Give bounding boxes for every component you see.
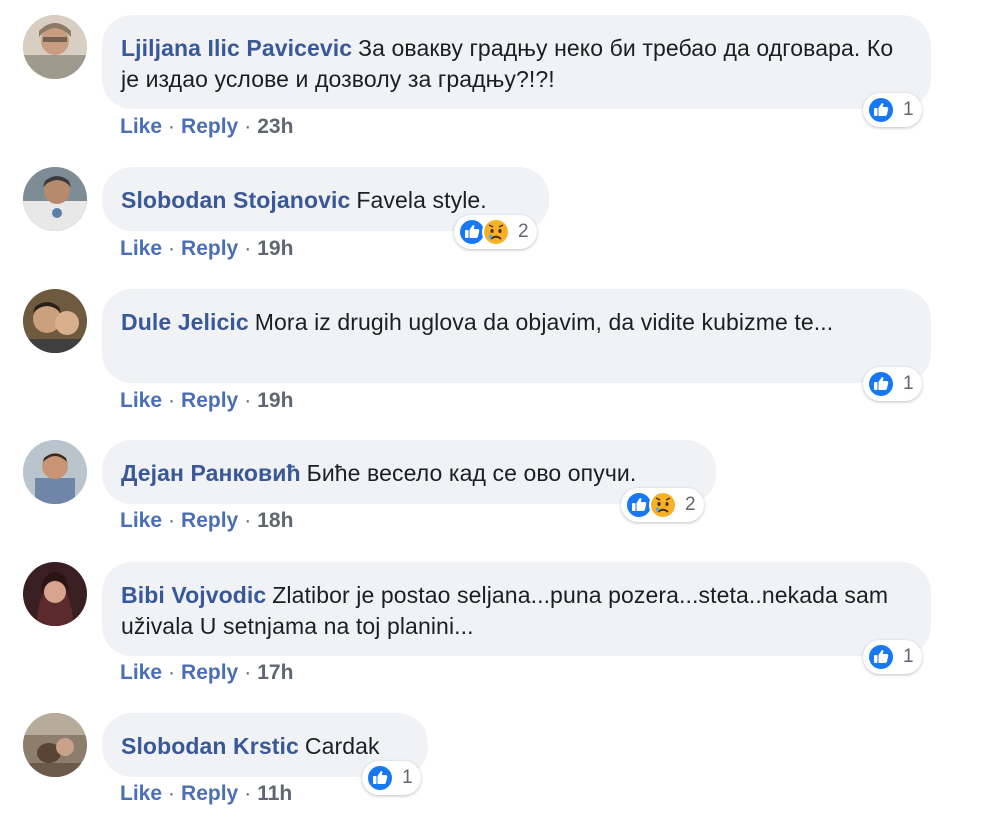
avatar[interactable]	[23, 713, 87, 777]
comment-actions: Like · Reply · 19h	[120, 389, 293, 413]
reply-link[interactable]: Reply	[181, 389, 238, 412]
avatar-photo-icon	[23, 15, 87, 79]
reaction-summary[interactable]: 1	[863, 93, 922, 127]
timestamp-link[interactable]: 18h	[257, 509, 293, 532]
reply-link[interactable]: Reply	[181, 237, 238, 260]
comment-actions: Like · Reply · 23h	[120, 115, 293, 139]
comment-author-link[interactable]: Дејан Ранковић	[121, 460, 301, 486]
comment-bubble: Ljiljana Ilic Pavicevic За овакву градњу …	[102, 15, 931, 109]
comment-author-link[interactable]: Bibi Vojvodic	[121, 582, 266, 608]
timestamp-link[interactable]: 17h	[257, 661, 293, 684]
comment-text: Cardak	[304, 733, 380, 759]
comment-actions: Like · Reply · 17h	[120, 661, 293, 685]
comment-text: Favela style.	[356, 187, 487, 213]
comment-actions: Like · Reply · 18h	[120, 509, 293, 533]
separator-dot: ·	[168, 389, 176, 412]
timestamp-link[interactable]: 23h	[257, 115, 293, 138]
separator-dot: ·	[244, 389, 252, 412]
like-icon	[867, 370, 895, 398]
avatar[interactable]	[23, 440, 87, 504]
comment-author-link[interactable]: Ljiljana Ilic Pavicevic	[121, 35, 352, 61]
timestamp-link[interactable]: 11h	[257, 782, 292, 805]
reply-link[interactable]: Reply	[181, 509, 238, 532]
reply-link[interactable]: Reply	[181, 661, 238, 684]
separator-dot: ·	[168, 661, 176, 684]
reply-link[interactable]: Reply	[181, 115, 238, 138]
separator-dot: ·	[244, 237, 252, 260]
like-link[interactable]: Like	[120, 782, 162, 805]
comment-author-link[interactable]: Dule Jelicic	[121, 309, 249, 335]
separator-dot: ·	[244, 661, 252, 684]
comment-author-link[interactable]: Slobodan Stojanovic	[121, 187, 350, 213]
comment-actions: Like · Reply · 19h	[120, 237, 293, 261]
like-icon	[867, 96, 895, 124]
separator-dot: ·	[168, 115, 176, 138]
avatar[interactable]	[23, 15, 87, 79]
separator-dot: ·	[168, 237, 176, 260]
avatar-photo-icon	[23, 289, 87, 353]
like-link[interactable]: Like	[120, 237, 162, 260]
comment-bubble: Bibi Vojvodic Zlatibor je postao seljana.…	[102, 562, 931, 656]
reaction-count: 1	[903, 373, 914, 394]
avatar-photo-icon	[23, 167, 87, 231]
comment-bubble: Dule Jelicic Mora iz drugih uglova da obj…	[102, 289, 931, 383]
avatar[interactable]	[23, 289, 87, 353]
timestamp-link[interactable]: 19h	[257, 389, 293, 412]
separator-dot: ·	[244, 115, 252, 138]
avatar[interactable]	[23, 562, 87, 626]
like-link[interactable]: Like	[120, 389, 162, 412]
sad-icon	[649, 491, 677, 519]
avatar[interactable]	[23, 167, 87, 231]
reaction-summary[interactable]: 2	[621, 488, 704, 522]
reaction-count: 1	[903, 99, 914, 120]
comment-text: Биће весело кад се ово опучи.	[306, 460, 637, 486]
avatar-photo-icon	[23, 562, 87, 626]
reaction-count: 1	[903, 646, 914, 667]
avatar-photo-icon	[23, 713, 87, 777]
comment-actions: Like · Reply · 11h	[120, 782, 292, 806]
like-link[interactable]: Like	[120, 509, 162, 532]
separator-dot: ·	[244, 782, 252, 805]
comment-text: Mora iz drugih uglova da objavim, da vid…	[254, 309, 834, 335]
reaction-summary[interactable]: 2	[454, 215, 537, 249]
comment-author-link[interactable]: Slobodan Krstic	[121, 733, 299, 759]
avatar-photo-icon	[23, 440, 87, 504]
reaction-summary[interactable]: 1	[362, 761, 421, 795]
like-icon	[867, 643, 895, 671]
reaction-summary[interactable]: 1	[863, 640, 922, 674]
like-icon	[366, 764, 394, 792]
separator-dot: ·	[168, 782, 176, 805]
like-link[interactable]: Like	[120, 661, 162, 684]
like-link[interactable]: Like	[120, 115, 162, 138]
separator-dot: ·	[244, 509, 252, 532]
reaction-count: 1	[402, 767, 413, 788]
separator-dot: ·	[168, 509, 176, 532]
reaction-count: 2	[685, 494, 696, 515]
timestamp-link[interactable]: 19h	[257, 237, 293, 260]
reply-link[interactable]: Reply	[181, 782, 238, 805]
reaction-count: 2	[518, 221, 529, 242]
sad-icon	[482, 218, 510, 246]
reaction-summary[interactable]: 1	[863, 367, 922, 401]
